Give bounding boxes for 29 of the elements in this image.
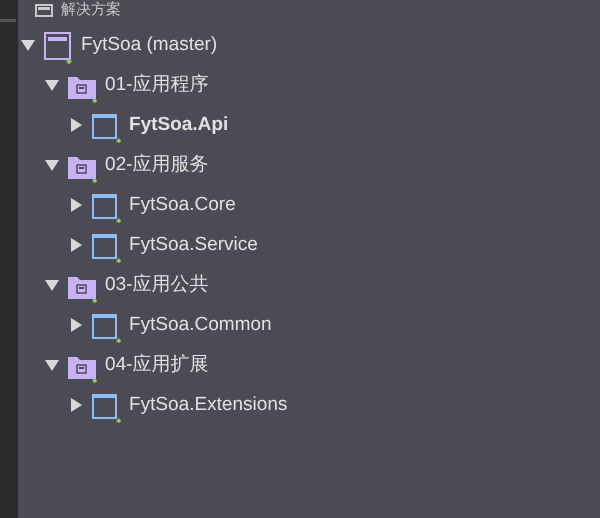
solution-icon — [35, 4, 53, 16]
tree-item-label[interactable]: 03-应用公共 — [105, 270, 208, 300]
project-icon — [91, 193, 121, 223]
collapsed-arrow-icon[interactable] — [69, 398, 83, 412]
scroll-marker — [0, 19, 16, 22]
expanded-arrow-icon[interactable] — [45, 158, 59, 172]
panel-title: 解决方案 — [61, 0, 121, 20]
tree-item-label[interactable]: 04-应用扩展 — [105, 350, 208, 380]
expanded-arrow-icon[interactable] — [21, 38, 35, 52]
tree-item-label[interactable]: FytSoa.Service — [129, 230, 258, 260]
expanded-arrow-icon[interactable] — [45, 358, 59, 372]
tree-item-label[interactable]: 01-应用程序 — [105, 70, 208, 100]
expanded-arrow-icon[interactable] — [45, 278, 59, 292]
expanded-arrow-icon[interactable] — [45, 78, 59, 92]
tree-item-label[interactable]: FytSoa.Extensions — [129, 390, 288, 420]
project-icon — [91, 233, 121, 263]
project-icon — [91, 393, 121, 423]
collapsed-arrow-icon[interactable] — [69, 118, 83, 132]
tree-item-label[interactable]: FytSoa.Api — [129, 110, 228, 140]
collapsed-arrow-icon[interactable] — [69, 198, 83, 212]
tree-item-label[interactable]: 02-应用服务 — [105, 150, 208, 180]
tree-item-label[interactable]: FytSoa.Core — [129, 190, 236, 220]
tree-item-label[interactable]: FytSoa (master) — [81, 30, 218, 60]
collapsed-arrow-icon[interactable] — [69, 238, 83, 252]
solution-icon — [43, 32, 73, 64]
tree-item-label[interactable]: FytSoa.Common — [129, 310, 272, 340]
collapsed-arrow-icon[interactable] — [69, 318, 83, 332]
project-icon — [91, 113, 121, 143]
project-icon — [91, 313, 121, 343]
